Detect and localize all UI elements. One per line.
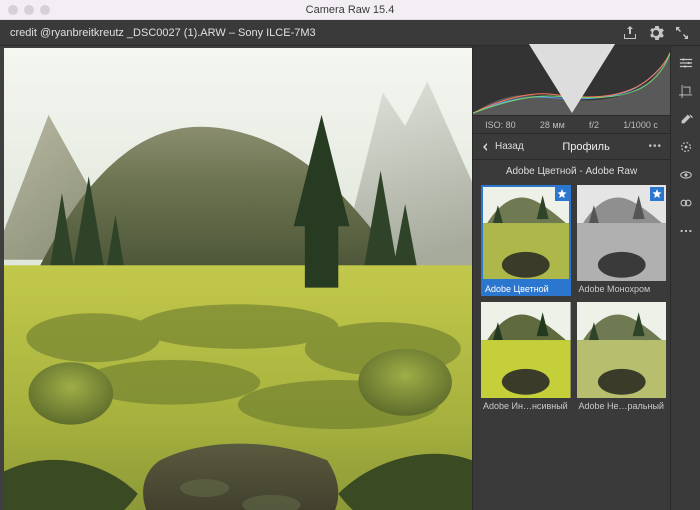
more-tools-icon[interactable] (679, 224, 693, 238)
panel-title: Профиль (530, 141, 643, 153)
profile-thumb[interactable]: Adobe Монохром (577, 185, 667, 296)
mac-titlebar: Camera Raw 15.4 (0, 0, 700, 20)
panel-wrap: ISO: 80 28 мм f/2 1/1000 с Назад Профиль… (473, 46, 670, 510)
histogram[interactable] (473, 46, 670, 116)
export-icon[interactable] (622, 25, 638, 41)
profile-thumb[interactable]: Adobe Цветной (481, 185, 571, 296)
image-canvas[interactable] (0, 46, 472, 510)
exif-aperture: f/2 (589, 120, 599, 130)
app-frame: credit @ryanbreitkreutz _DSC0027 (1).ARW… (0, 20, 700, 510)
profile-label: Adobe Не…ральный (577, 398, 667, 413)
histogram-marker-icon (473, 44, 670, 113)
panel-header: Назад Профиль ••• (473, 134, 670, 160)
panel-more-button[interactable]: ••• (648, 141, 662, 152)
exif-shutter: 1/1000 с (623, 120, 658, 130)
exif-row: ISO: 80 28 мм f/2 1/1000 с (473, 116, 670, 134)
minimize-dot[interactable] (24, 5, 34, 15)
edit-icon[interactable] (679, 56, 693, 70)
presets-icon[interactable] (679, 196, 693, 210)
content: ISO: 80 28 мм f/2 1/1000 с Назад Профиль… (0, 46, 700, 510)
heal-icon[interactable] (679, 112, 693, 126)
tool-strip (670, 46, 700, 510)
profile-group-title: Adobe Цветной - Adobe Raw (473, 160, 670, 181)
profile-label: Adobe Монохром (577, 281, 667, 296)
crop-icon[interactable] (679, 84, 693, 98)
close-dot[interactable] (8, 5, 18, 15)
profile-thumb[interactable]: Adobe Не…ральный (577, 302, 667, 413)
back-button[interactable]: Назад (481, 141, 524, 152)
profile-thumb[interactable]: Adobe Ин…нсивный (481, 302, 571, 413)
profile-label: Adobe Цветной (481, 281, 571, 296)
back-label: Назад (495, 141, 524, 152)
preview-image (4, 48, 472, 510)
window-controls[interactable] (8, 5, 50, 15)
arrow-left-icon (481, 142, 491, 152)
gear-icon[interactable] (648, 25, 664, 41)
topbar: credit @ryanbreitkreutz _DSC0027 (1).ARW… (0, 20, 700, 46)
right-column: ISO: 80 28 мм f/2 1/1000 с Назад Профиль… (472, 46, 700, 510)
mask-icon[interactable] (679, 140, 693, 154)
profile-grid: Adobe Цветной Adobe Монохром Adobe Ин…нс… (473, 181, 670, 510)
redeye-icon[interactable] (679, 168, 693, 182)
profile-label: Adobe Ин…нсивный (481, 398, 571, 413)
fullscreen-icon[interactable] (674, 25, 690, 41)
file-title: credit @ryanbreitkreutz _DSC0027 (1).ARW… (10, 27, 612, 39)
exif-iso: ISO: 80 (485, 120, 516, 130)
exif-focal: 28 мм (540, 120, 565, 130)
zoom-dot[interactable] (40, 5, 50, 15)
window-title: Camera Raw 15.4 (306, 4, 395, 16)
